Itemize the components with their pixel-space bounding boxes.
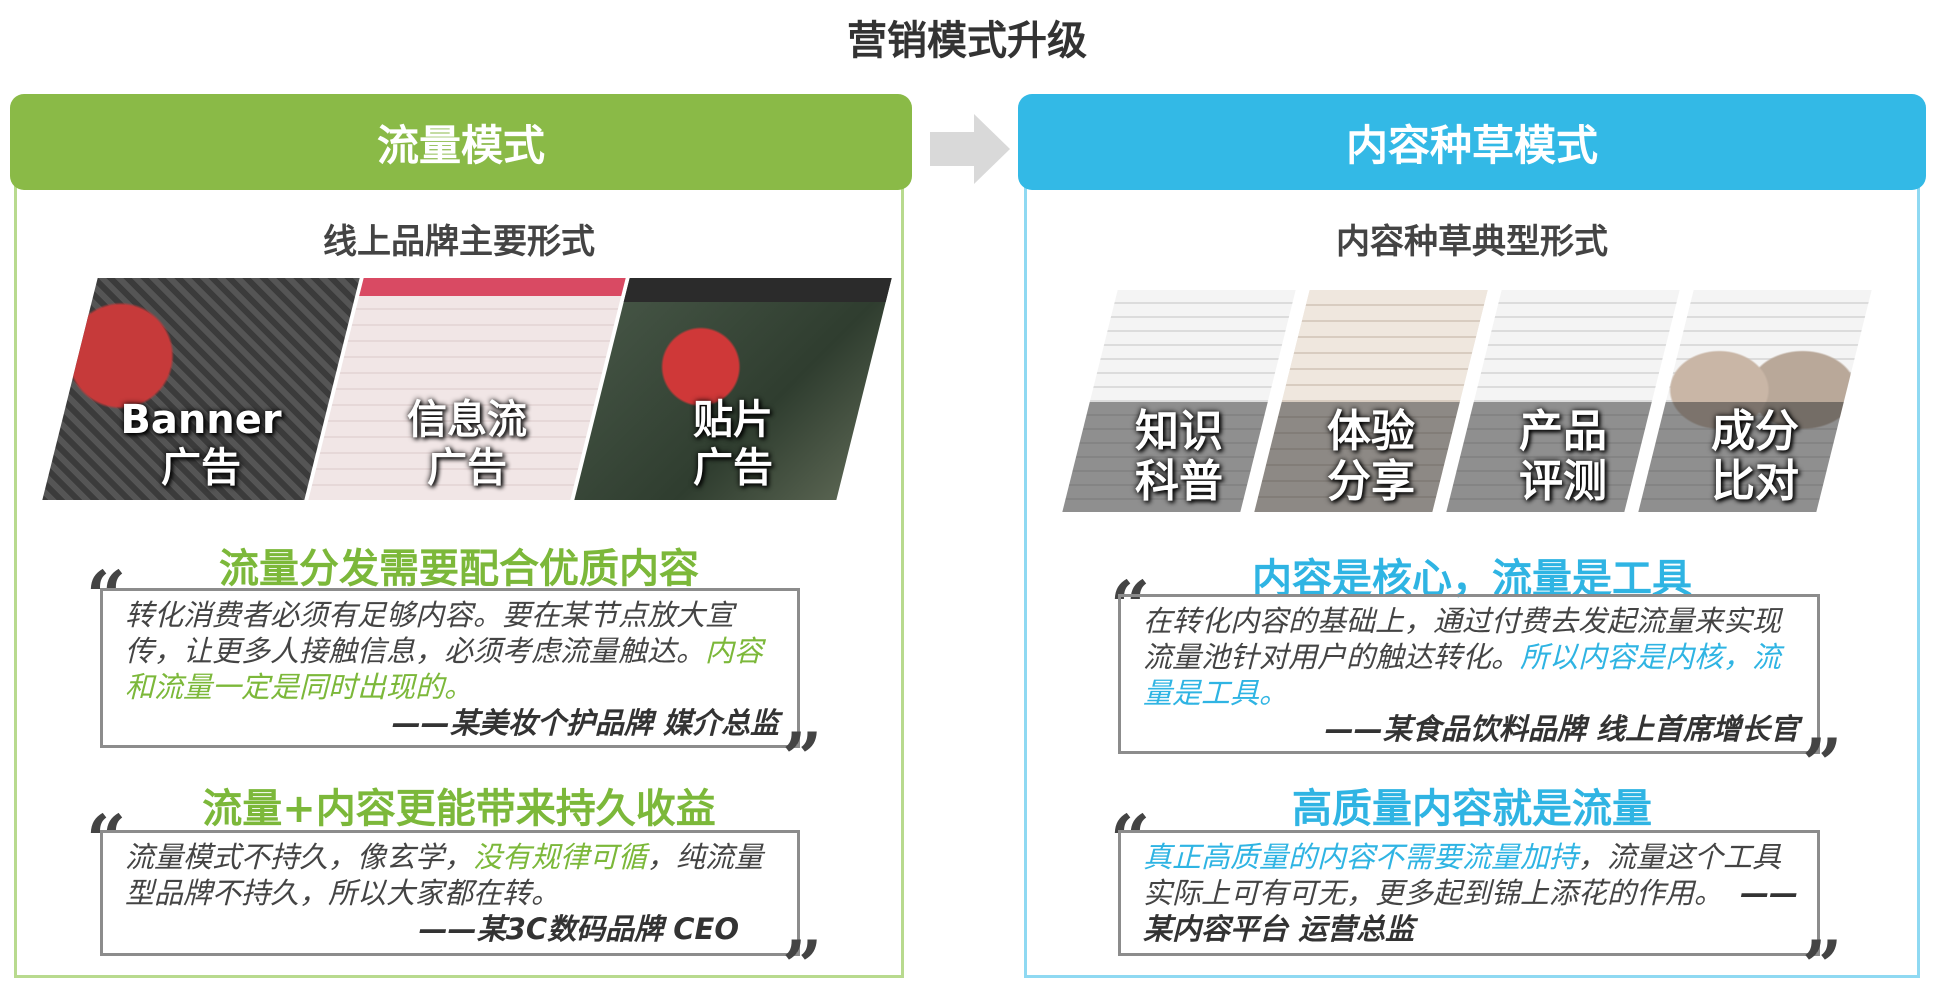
content-seeding-header: 内容种草模式 [1018, 94, 1926, 190]
quote-text: 转化消费者必须有足够内容。要在某节点放大宣传，让更多人接触信息，必须考虑流量触达… [125, 598, 735, 668]
tile-label-line1: 信息流 [407, 397, 527, 443]
left-heading-2: 流量+内容更能带来持久收益 [202, 786, 716, 832]
quote-highlight: 真正高质量的内容不需要流量加持 [1143, 840, 1579, 874]
left-quote-2: 流量模式不持久，像玄学，没有规律可循，纯流量型品牌不持久，所以大家都在转。 ——… [100, 830, 800, 956]
traffic-mode-header: 流量模式 [10, 94, 912, 190]
quote-text: 流量模式不持久，像玄学， [125, 840, 474, 874]
right-quote-1: 在转化内容的基础上，通过付费去发起流量来实现流量池针对用户的触达转化。所以内容是… [1118, 594, 1820, 754]
left-subtitle: 线上品牌主要形式 [323, 222, 595, 262]
quote-attribution: ——某美妆个护品牌 媒介总监 [391, 706, 779, 740]
left-heading-1: 流量分发需要配合优质内容 [219, 546, 699, 592]
quote-attribution: ——某3C数码品牌 CEO [418, 912, 739, 946]
feed-ad-tile: 信息流 广告 [308, 278, 626, 500]
quote-close-icon: ” [782, 925, 823, 1008]
tile-label-line1: Banner [120, 397, 282, 443]
quote-close-icon: ” [1802, 925, 1843, 1008]
right-heading-2: 高质量内容就是流量 [1292, 786, 1652, 832]
page-title: 营销模式升级 [847, 18, 1087, 64]
preroll-ad-tile: 贴片 广告 [574, 278, 892, 500]
right-quote-2: 真正高质量的内容不需要流量加持，流量这个工具实际上可有可无，更多起到锦上添花的作… [1118, 830, 1820, 956]
banner-ad-tile: Banner 广告 [42, 278, 360, 500]
right-subtitle: 内容种草典型形式 [1336, 222, 1608, 262]
left-quote-1: 转化消费者必须有足够内容。要在某节点放大宣传，让更多人接触信息，必须考虑流量触达… [100, 588, 800, 748]
quote-highlight: 没有规律可循 [473, 840, 648, 874]
quote-attribution: ——某食品饮料品牌 线上首席增长官 [1324, 712, 1799, 746]
arrow-right-icon [930, 114, 1010, 184]
tile-label-line1: 贴片 [693, 397, 773, 443]
